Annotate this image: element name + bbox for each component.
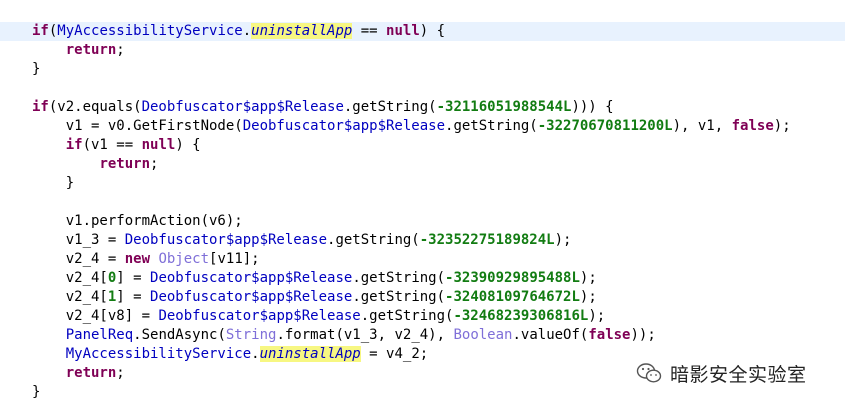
code-line[interactable]: }	[0, 60, 845, 79]
code-token-punc: v1.performAction(v6);	[32, 213, 243, 229]
code-token-kw: null	[386, 23, 420, 39]
code-token-punc: v1_3 =	[32, 232, 125, 248]
code-line[interactable]: if(MyAccessibilityService.uninstallApp =…	[0, 22, 845, 41]
code-token-punc: ;	[116, 365, 125, 381]
code-token-punc: }	[32, 384, 41, 400]
code-token-cls: MyAccessibilityService	[57, 23, 243, 39]
code-line[interactable]: PanelReq.SendAsync(String.format(v1_3, v…	[0, 326, 845, 345]
code-token-punc: = v4_2;	[360, 346, 429, 362]
code-token-num: -32352275189824L	[419, 232, 555, 248]
code-token-cls: Deobfuscator$app$Release	[124, 232, 328, 248]
code-token-cls: Deobfuscator$app$Release	[158, 308, 361, 324]
code-token-num: -32390929895488L	[445, 270, 580, 286]
code-token-punc: .	[251, 346, 260, 362]
code-token-punc: .	[242, 23, 252, 39]
code-editor[interactable]: if(MyAccessibilityService.uninstallApp =…	[0, 0, 845, 409]
code-token-punc: .SendAsync(	[133, 327, 226, 343]
code-line[interactable]: v1.performAction(v6);	[0, 212, 845, 231]
code-token-punc: ;	[150, 156, 159, 172]
code-token-kw: return	[65, 365, 117, 381]
code-token-punc: .getString(	[352, 270, 446, 286]
code-token-type: Boolean	[453, 327, 513, 343]
code-token-kw: if	[65, 137, 83, 153]
code-token-cls: Deobfuscator$app$Release	[141, 99, 344, 115]
code-token-kw: return	[99, 156, 151, 172]
code-token-type: String	[225, 327, 277, 343]
code-token-punc: .getString(	[360, 308, 454, 324]
code-token-punc: v1 = v0.GetFirstNode(	[32, 118, 243, 134]
code-token-cls: Deobfuscator$app$Release	[242, 118, 446, 134]
code-line[interactable]: v2_4[1] = Deobfuscator$app$Release.getSt…	[0, 288, 845, 307]
code-token-punc	[32, 137, 66, 153]
code-line[interactable]: if(v1 == null) {	[0, 136, 845, 155]
code-token-punc: (v2.equals(	[48, 99, 142, 115]
code-token-punc: v2_4 =	[32, 251, 125, 267]
code-line[interactable]: v1 = v0.GetFirstNode(Deobfuscator$app$Re…	[0, 117, 845, 136]
code-token-cls: Deobfuscator$app$Release	[150, 270, 353, 286]
watermark-text: 暗影安全实验室	[670, 363, 807, 386]
code-line[interactable]: v1_3 = Deobfuscator$app$Release.getStrin…	[0, 231, 845, 250]
code-token-punc: ] =	[116, 270, 151, 286]
code-token-punc: .getString(	[352, 289, 446, 305]
code-token-punc: );	[579, 270, 597, 286]
code-token-punc: ), v1,	[672, 118, 732, 134]
code-token-punc	[32, 156, 99, 172]
code-token-kw: if	[32, 23, 49, 39]
code-token-punc: .getString(	[327, 232, 420, 248]
code-token-punc: (v1 ==	[82, 137, 142, 153]
code-token-punc: }	[32, 61, 41, 77]
code-token-punc	[32, 346, 66, 362]
code-line[interactable]: v2_4[0] = Deobfuscator$app$Release.getSt…	[0, 269, 845, 288]
code-token-punc	[32, 327, 66, 343]
code-token-punc: .getString(	[445, 118, 538, 134]
code-token-punc: v2_4[	[32, 289, 108, 305]
code-token-punc	[32, 42, 66, 58]
code-line[interactable]	[0, 193, 845, 212]
code-token-punc	[32, 365, 66, 381]
code-token-punc: );	[579, 289, 597, 305]
code-token-punc: );	[588, 308, 606, 324]
code-line[interactable]: v2_4 = new Object[v11];	[0, 250, 845, 269]
code-token-kw: null	[141, 137, 176, 153]
code-token-kw: if	[32, 99, 49, 115]
code-token-punc: ) {	[419, 23, 446, 39]
code-token-punc: ));	[630, 327, 656, 343]
code-token-punc: v2_4[	[32, 270, 108, 286]
code-token-num: -32116051988544L	[436, 99, 572, 115]
code-token-kw: new	[124, 251, 151, 267]
code-token-kw: false	[731, 118, 774, 134]
code-token-cls: PanelReq	[65, 327, 134, 343]
code-token-punc: ] =	[116, 289, 151, 305]
code-token-punc: ;	[116, 42, 125, 58]
code-token-punc: v2_4[v8] =	[32, 308, 159, 324]
code-token-kw: return	[65, 42, 117, 58]
code-token-punc: [v11];	[209, 251, 260, 267]
code-token-field: uninstallApp	[259, 346, 361, 362]
code-line[interactable]: return;	[0, 41, 845, 60]
watermark: 暗影安全实验室	[636, 359, 807, 387]
code-token-punc: ))) {	[571, 99, 614, 115]
code-token-kw: false	[588, 327, 631, 343]
code-token-punc: }	[32, 175, 75, 191]
code-line[interactable]: if(v2.equals(Deobfuscator$app$Release.ge…	[0, 98, 845, 117]
code-token-punc: ) {	[175, 137, 201, 153]
code-token-type: Object	[158, 251, 210, 267]
code-token-punc: );	[554, 232, 572, 248]
code-token-punc: ==	[352, 23, 387, 39]
wechat-icon	[636, 363, 662, 383]
code-token-punc: );	[773, 118, 791, 134]
code-line[interactable]: v2_4[v8] = Deobfuscator$app$Release.getS…	[0, 307, 845, 326]
code-line[interactable]	[0, 79, 845, 98]
code-token-field: uninstallApp	[251, 23, 353, 39]
code-line[interactable]: }	[0, 174, 845, 193]
code-token-punc: .valueOf(	[512, 327, 589, 343]
code-token-cls: Deobfuscator$app$Release	[150, 289, 353, 305]
code-line[interactable]: return;	[0, 155, 845, 174]
code-token-punc: .format(v1_3, v2_4),	[276, 327, 454, 343]
code-token-num: -32408109764672L	[445, 289, 580, 305]
code-token-punc: .getString(	[343, 99, 437, 115]
code-token-num: -32468239306816L	[453, 308, 589, 324]
code-token-cls: MyAccessibilityService	[65, 346, 252, 362]
code-token-num: -32270670811200L	[537, 118, 673, 134]
